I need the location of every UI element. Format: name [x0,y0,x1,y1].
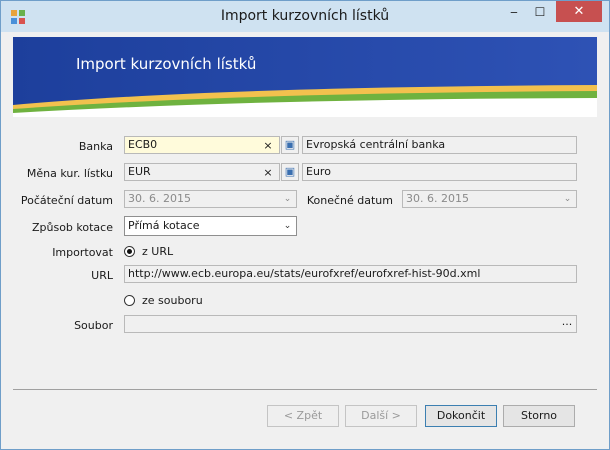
pocatecni-datum-input[interactable]: 30. 6. 2015 [124,190,297,208]
close-button[interactable]: ✕ [556,1,602,22]
next-button[interactable]: Další > [345,405,417,427]
url-input[interactable]: http://www.ecb.europa.eu/stats/eurofxref… [124,265,577,283]
radio-ze-souboru[interactable] [124,295,135,306]
dialog-window: Import kurzovních lístků ‒ ☐ ✕ Import ku… [0,0,610,450]
dialog-content: Import kurzovních lístků Banka ECB0 × ▣ … [13,37,597,441]
banka-code-input[interactable]: ECB0 [124,136,280,154]
chevron-down-icon[interactable]: ⌄ [559,191,576,207]
zpusob-kotace-select[interactable]: Přímá kotace [124,216,297,236]
minimize-button[interactable]: ‒ [501,1,527,22]
banka-label: Banka [78,140,113,153]
lookup-icon[interactable]: ▣ [281,136,299,154]
radio-z-url[interactable] [124,246,135,257]
zpusob-kotace-label: Způsob kotace [31,221,113,234]
chevron-down-icon[interactable]: ⌄ [279,191,296,207]
header-banner: Import kurzovních lístků [13,37,597,117]
clear-icon[interactable]: × [260,164,276,180]
mena-code-input[interactable]: EUR [124,163,280,181]
minimize-icon: ‒ [510,4,518,19]
browse-button[interactable]: ··· [558,316,576,332]
mena-name-field: Euro [302,163,577,181]
back-button[interactable]: < Zpět [267,405,339,427]
chevron-down-icon[interactable]: ⌄ [279,218,296,234]
konecne-datum-label: Konečné datum [306,194,393,207]
soubor-input[interactable] [124,315,577,333]
maximize-icon: ☐ [534,4,546,19]
pocatecni-datum-label: Počáteční datum [20,194,113,207]
cancel-button[interactable]: Storno [503,405,575,427]
banka-name-field: Evropská centrální banka [302,136,577,154]
radio-ze-souboru-label: ze souboru [142,294,203,307]
banner-graphic [13,37,597,117]
maximize-button[interactable]: ☐ [527,1,553,22]
soubor-label: Soubor [74,319,113,332]
mena-label: Měna kur. lístku [26,167,113,180]
importovat-label: Importovat [52,246,113,259]
finish-button[interactable]: Dokončit [425,405,497,427]
banner-title: Import kurzovních lístků [76,55,257,73]
title-bar: Import kurzovních lístků ‒ ☐ ✕ [1,1,609,32]
url-label: URL [91,269,113,282]
footer-separator [13,389,597,390]
lookup-icon[interactable]: ▣ [281,163,299,181]
konecne-datum-input[interactable]: 30. 6. 2015 [402,190,577,208]
clear-icon[interactable]: × [260,137,276,153]
radio-z-url-label: z URL [142,245,174,258]
close-icon: ✕ [573,4,585,19]
